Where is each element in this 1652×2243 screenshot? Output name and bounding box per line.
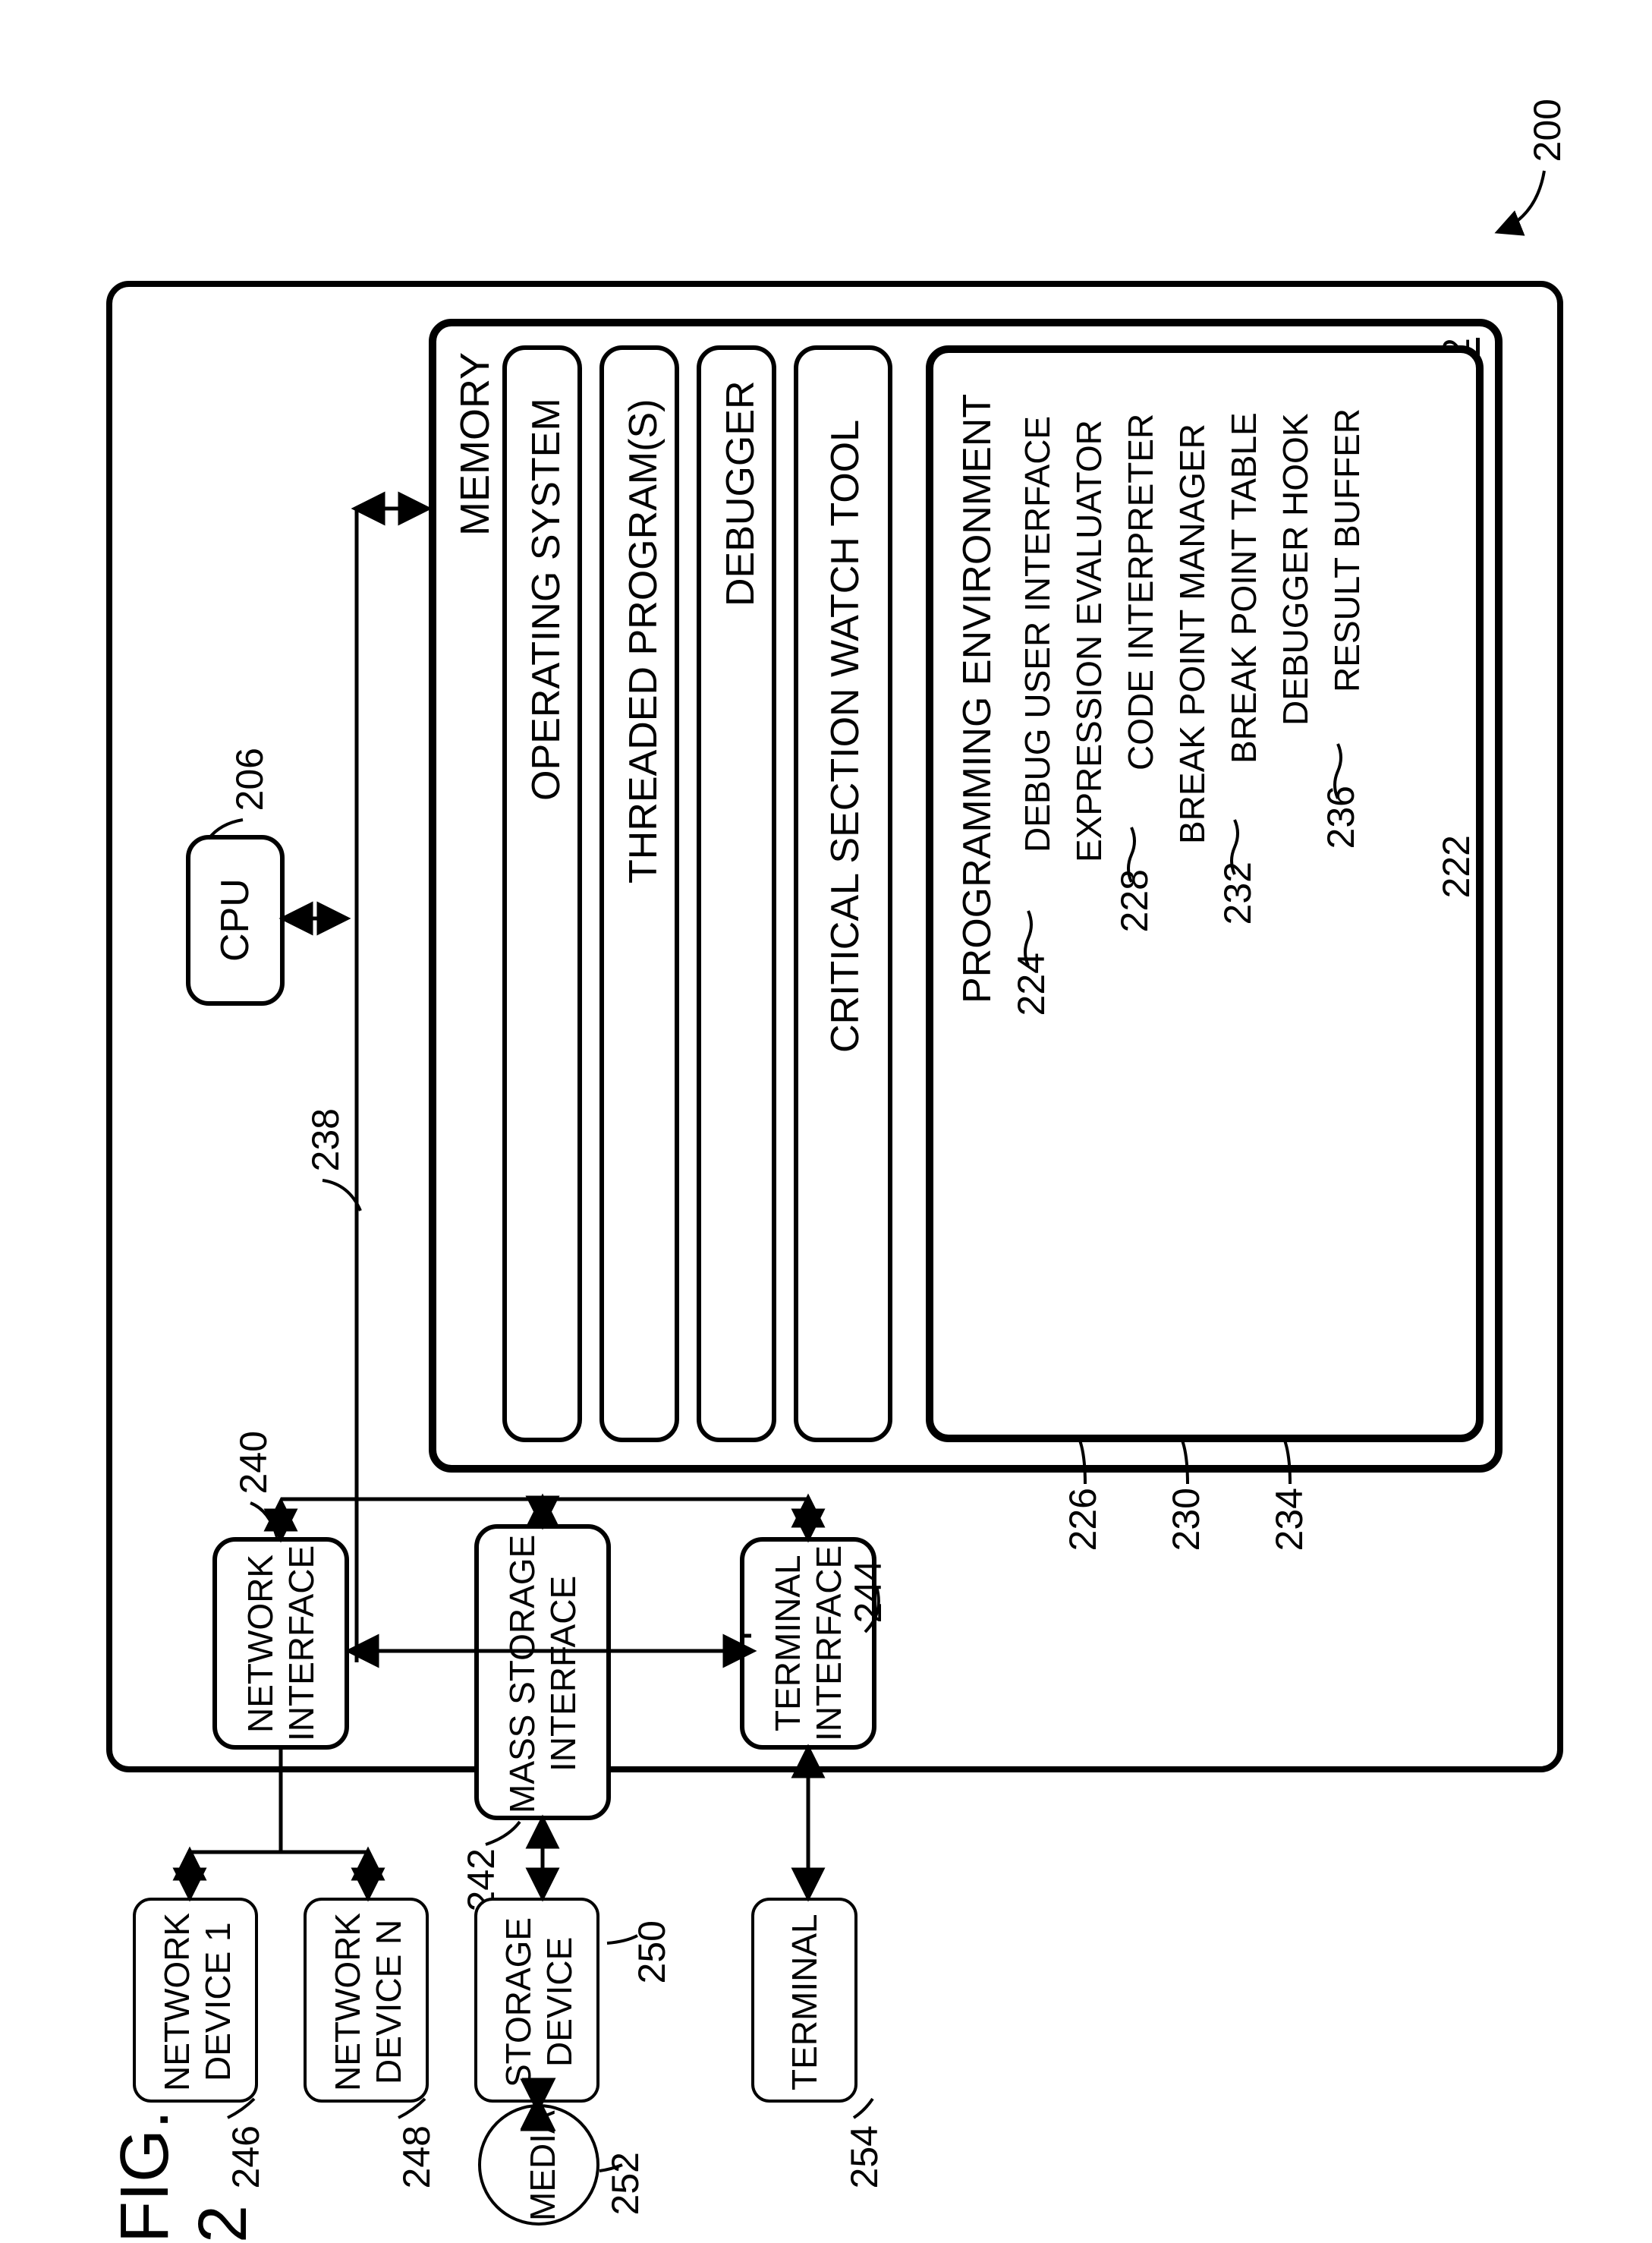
dui-label: DEBUG USER INTERFACE [1017,361,1058,907]
ref-228: 228 [1112,869,1156,932]
ref-248: 248 [395,2125,439,2188]
ref-250: 250 [630,1920,674,1983]
netdevn-label: NETWORK DEVICE N [327,1909,409,2095]
ref-206: 206 [228,748,272,811]
netif-label: NETWORK INTERFACE [240,1548,322,1738]
exev-label: EXPRESSION EVALUATOR [1068,361,1109,922]
bpm-label: BREAK POINT MANAGER [1172,361,1213,907]
bpt-label: BREAK POINT TABLE [1223,361,1264,816]
ref-252: 252 [603,2152,647,2215]
cpu-label: CPU [212,843,258,998]
ref-240: 240 [231,1431,275,1494]
ref-236: 236 [1319,786,1363,849]
ref-238: 238 [304,1108,348,1171]
ref-226: 226 [1061,1488,1105,1551]
ref-244: 244 [846,1560,890,1623]
dhook-label: DEBUGGER HOOK [1275,361,1316,778]
ref-230: 230 [1164,1488,1208,1551]
os-label: OPERATING SYSTEM [524,357,569,843]
ref-222: 222 [1434,835,1478,898]
ref-200: 200 [1525,99,1569,162]
terminal-label: TERMINAL [784,1909,825,2095]
ref-254: 254 [842,2125,886,2188]
rbuf-label: RESULT BUFFER [1326,361,1367,740]
debugger-label: DEBUGGER [718,357,763,630]
ref-224: 224 [1009,953,1053,1016]
progenv-label: PROGRAMMING ENVIRONMENT [955,357,1000,1040]
codeint-label: CODE INTERPRETER [1120,361,1161,824]
termif-label: TERMINAL INTERFACE [767,1548,849,1738]
netdev1-label: NETWORK DEVICE 1 [156,1909,238,2095]
csw-label: CRITICAL SECTION WATCH TOOL [823,357,868,1116]
figure-label: FIG. 2 [106,2110,263,2243]
threaded-label: THREADED PROGRAM(S) [621,357,666,926]
ref-232: 232 [1216,862,1260,925]
massif-label: MASS STORAGE INTERFACE [502,1537,584,1810]
media-label: MEDIA [522,2116,563,2215]
storage-label: STORAGE DEVICE [498,1909,580,2095]
ref-234: 234 [1267,1488,1311,1551]
memory-label: MEMORY [452,334,499,554]
